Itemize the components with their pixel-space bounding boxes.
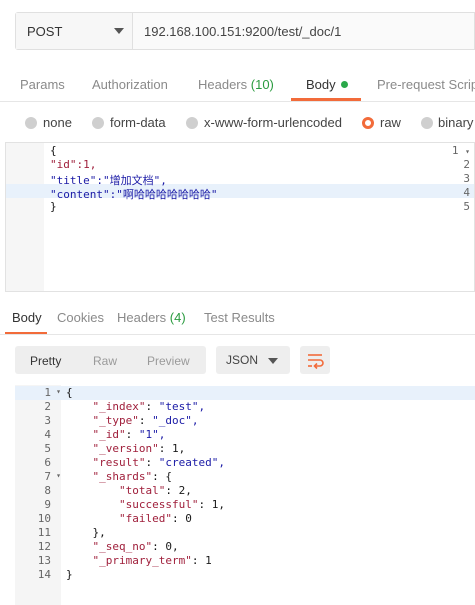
response-tab-test-results[interactable]: Test Results bbox=[204, 310, 275, 325]
view-mode-raw[interactable]: Raw bbox=[93, 354, 117, 368]
line-number: 3 bbox=[463, 172, 470, 185]
radio-raw[interactable] bbox=[362, 117, 374, 129]
code-line: "result": "created", bbox=[92, 456, 225, 469]
radio-label-raw: raw bbox=[380, 115, 401, 130]
request-tabs: Params Authorization Headers (10) Body P… bbox=[0, 70, 475, 102]
line-number: 3 bbox=[44, 414, 51, 427]
view-mode-switch: Pretty Raw Preview bbox=[15, 346, 206, 374]
tab-body[interactable]: Body bbox=[306, 77, 348, 92]
line-number: 13 bbox=[37, 554, 51, 567]
code-line: "successful": 1, bbox=[118, 498, 225, 511]
code-line: "_type": "_doc", bbox=[92, 414, 199, 427]
line-number: 11 bbox=[37, 526, 51, 539]
wrap-icon bbox=[308, 354, 324, 370]
wrap-lines-button[interactable] bbox=[300, 346, 330, 374]
request-body-editor[interactable]: 1 ▾ 2 3 4 5 { "id":1, "title":"增加文档", "c… bbox=[5, 142, 475, 292]
line-number: 4 bbox=[44, 428, 51, 441]
chevron-down-icon bbox=[114, 28, 124, 34]
tab-headers[interactable]: Headers (10) bbox=[198, 77, 274, 92]
response-tab-headers-label: Headers bbox=[117, 310, 167, 325]
code-line: { bbox=[66, 386, 73, 399]
code-line: } bbox=[66, 568, 73, 581]
radio-label-binary: binary bbox=[438, 115, 474, 130]
response-tab-body[interactable]: Body bbox=[12, 310, 42, 325]
line-number: 5 bbox=[463, 200, 470, 213]
line-number: 2 bbox=[463, 158, 470, 171]
radio-binary[interactable] bbox=[421, 117, 433, 129]
tab-body-label: Body bbox=[306, 77, 336, 92]
line-number: 4 bbox=[463, 186, 470, 199]
method-label: POST bbox=[27, 24, 63, 39]
tab-headers-label: Headers bbox=[198, 77, 248, 92]
method-select[interactable]: POST bbox=[16, 13, 133, 49]
radio-none[interactable] bbox=[25, 117, 37, 129]
format-label: JSON bbox=[226, 353, 259, 367]
code-line: "_index": "test", bbox=[92, 400, 206, 413]
line-number: 12 bbox=[37, 540, 51, 553]
divider bbox=[0, 334, 475, 335]
format-select[interactable]: JSON bbox=[216, 346, 290, 374]
code-line: "id":1, bbox=[50, 158, 97, 171]
url-input[interactable]: 192.168.100.151:9200/test/_doc/1 bbox=[144, 24, 341, 39]
modified-dot-icon bbox=[340, 81, 348, 88]
line-number: 8 bbox=[44, 484, 51, 497]
line-number: 14 bbox=[37, 568, 51, 581]
line-number: 1 bbox=[44, 386, 51, 399]
line-number: 2 bbox=[44, 400, 51, 413]
code-line: { bbox=[50, 144, 57, 157]
code-line: "_version": 1, bbox=[92, 442, 186, 455]
code-line: }, bbox=[66, 526, 106, 539]
radio-x-www-form-urlencoded[interactable] bbox=[186, 117, 198, 129]
code-line: "_seq_no": 0, bbox=[92, 540, 179, 553]
divider bbox=[0, 101, 475, 102]
code-line: "failed": 0 bbox=[118, 512, 192, 525]
radio-label-x-www-form-urlencoded: x-www-form-urlencoded bbox=[204, 115, 342, 130]
line-number-gutter bbox=[6, 143, 44, 291]
line-number: 10 bbox=[37, 512, 51, 525]
radio-label-form-data: form-data bbox=[110, 115, 166, 130]
response-body-viewer[interactable]: 1 ▾{2 "_index": "test", 3 "_type": "_doc",… bbox=[15, 385, 475, 605]
code-line: "content":"啊哈哈哈哈哈哈哈" bbox=[50, 188, 218, 201]
line-number: 9 bbox=[44, 498, 51, 511]
chevron-down-icon bbox=[268, 358, 278, 364]
response-headers-count-badge: (4) bbox=[169, 310, 186, 325]
line-number: 7 bbox=[44, 470, 51, 483]
code-line: "_shards": { bbox=[92, 470, 172, 483]
line-number: 6 bbox=[44, 456, 51, 469]
tab-params[interactable]: Params bbox=[20, 77, 65, 92]
response-tab-headers[interactable]: Headers (4) bbox=[117, 310, 186, 325]
code-line: "_id": "1", bbox=[92, 428, 166, 441]
headers-count-badge: (10) bbox=[250, 77, 274, 92]
fold-arrow-icon[interactable]: ▾ bbox=[53, 387, 61, 396]
tab-pre-request-script[interactable]: Pre-request Scrip bbox=[377, 77, 475, 92]
line-number: 1 ▾ bbox=[451, 144, 470, 157]
active-line-highlight bbox=[15, 386, 475, 400]
view-mode-preview[interactable]: Preview bbox=[147, 354, 190, 368]
radio-form-data[interactable] bbox=[92, 117, 104, 129]
response-tab-cookies[interactable]: Cookies bbox=[57, 310, 104, 325]
radio-label-none: none bbox=[43, 115, 72, 130]
code-line: "total": 2, bbox=[118, 484, 192, 497]
fold-arrow-icon[interactable]: ▾ bbox=[53, 471, 61, 480]
line-number: 5 bbox=[44, 442, 51, 455]
code-line: } bbox=[50, 200, 57, 213]
view-mode-pretty[interactable]: Pretty bbox=[30, 354, 61, 368]
code-line: "_primary_term": 1 bbox=[92, 554, 212, 567]
fold-arrow-icon[interactable]: ▾ bbox=[465, 147, 470, 156]
request-bar: POST 192.168.100.151:9200/test/_doc/1 bbox=[15, 12, 475, 50]
tab-authorization[interactable]: Authorization bbox=[92, 77, 168, 92]
